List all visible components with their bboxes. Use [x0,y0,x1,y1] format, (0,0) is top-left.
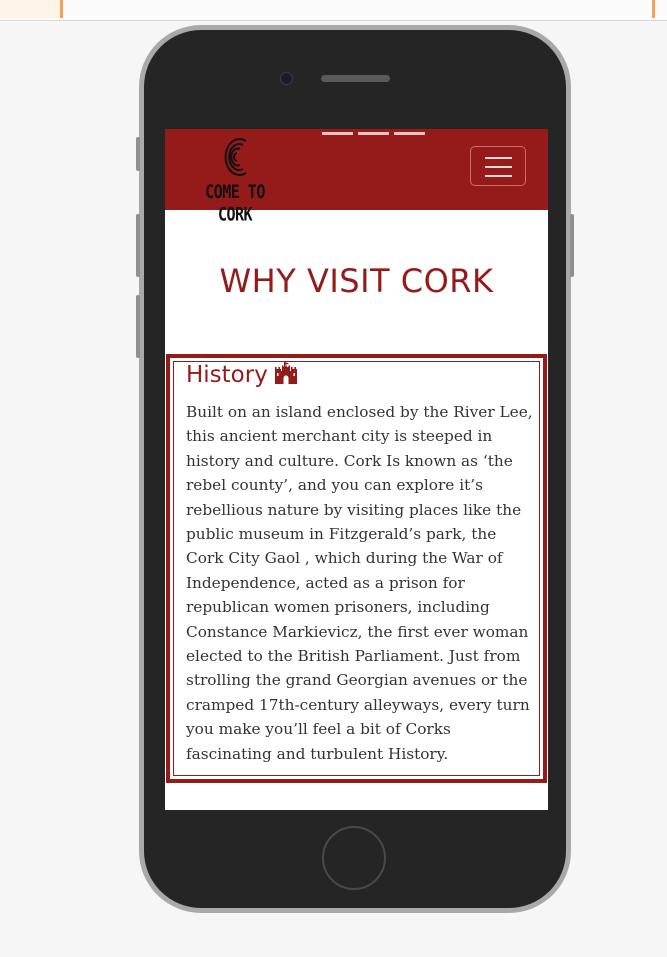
hamburger-bar-bottom [485,175,512,177]
phone-speaker [321,75,390,82]
browser-top-bar [0,0,667,21]
phone-home-button [322,826,386,890]
indicator-3[interactable] [394,132,425,135]
indicator-1[interactable] [322,132,353,135]
fingerprint-c-icon [224,138,247,176]
phone-power-button [570,214,574,277]
navbar: COME TO CORK [165,129,548,226]
brand-logo[interactable]: COME TO CORK [185,135,285,226]
brand-text: COME TO CORK [205,180,265,226]
top-bar-left-block [0,0,63,18]
phone-screen: COME TO CORK WHY VISIT CORK History Buil… [165,129,548,810]
phone-camera [280,72,293,85]
indicator-2[interactable] [358,132,389,135]
hamburger-bar-top [485,157,512,159]
carousel-indicators [322,132,430,150]
hamburger-bar-middle [485,166,512,168]
phone-mute-button [136,137,140,171]
page-title: WHY VISIT CORK [219,262,494,300]
top-bar-right-mark [652,0,655,18]
history-heading-text: History [186,362,268,388]
history-card: History Built on an island enclosed by t… [166,354,547,783]
history-heading: History [186,362,298,388]
history-body-text: Built on an island enclosed by the River… [186,403,533,763]
castle-icon [274,362,297,384]
phone-volume-up-button [136,214,140,277]
menu-toggle-button[interactable] [470,146,526,186]
phone-volume-down-button [136,295,140,358]
